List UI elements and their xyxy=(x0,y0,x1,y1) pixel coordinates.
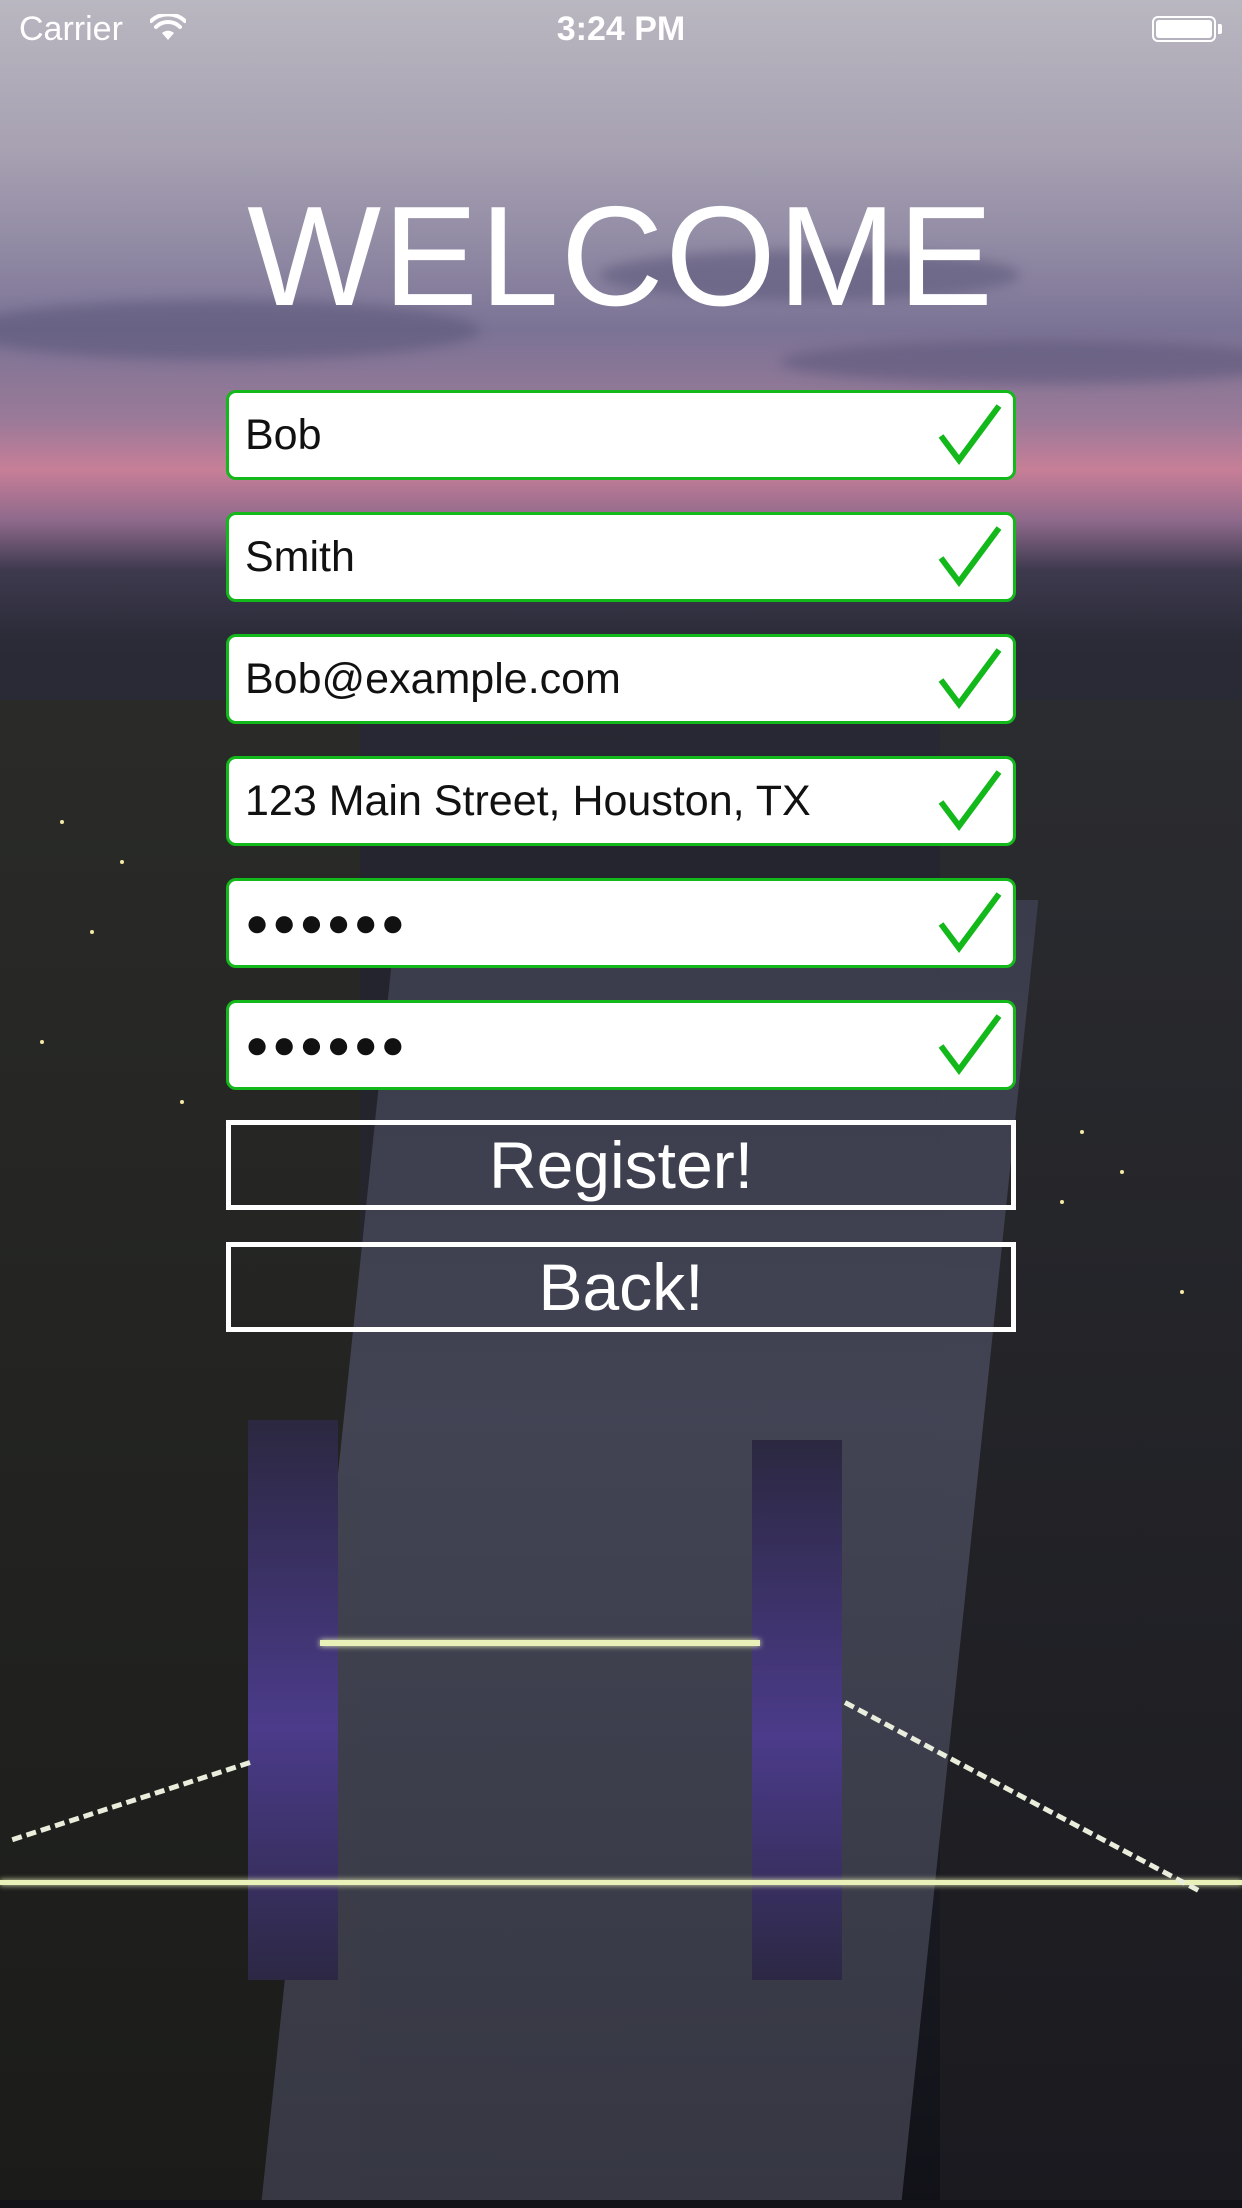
battery-icon xyxy=(1152,16,1216,42)
password-field[interactable]: ●●●●●● xyxy=(226,878,1016,968)
city-light xyxy=(40,1040,44,1044)
status-bar: Carrier 3:24 PM xyxy=(0,0,1242,60)
battery-tip xyxy=(1218,24,1222,34)
confirm-password-field[interactable]: ●●●●●● xyxy=(226,1000,1016,1090)
city-light xyxy=(1060,1200,1064,1204)
battery-level xyxy=(1156,20,1212,38)
address-value: 123 Main Street, Houston, TX xyxy=(245,777,811,825)
city-light xyxy=(180,1100,184,1104)
checkmark-icon xyxy=(938,1014,1002,1076)
password-value: ●●●●●● xyxy=(245,901,408,945)
city-light xyxy=(1120,1170,1124,1174)
city-light xyxy=(90,930,94,934)
city-light xyxy=(1080,1130,1084,1134)
city-light xyxy=(60,820,64,824)
checkmark-icon xyxy=(938,892,1002,954)
clock: 3:24 PM xyxy=(556,10,686,48)
last-name-field[interactable]: Smith xyxy=(226,512,1016,602)
last-name-value: Smith xyxy=(245,533,355,581)
city-light xyxy=(120,860,124,864)
checkmark-icon xyxy=(938,404,1002,466)
first-name-field[interactable]: Bob xyxy=(226,390,1016,480)
register-button[interactable]: Register! xyxy=(226,1120,1016,1210)
river xyxy=(261,900,1039,2200)
address-field[interactable]: 123 Main Street, Houston, TX xyxy=(226,756,1016,846)
email-value: Bob@example.com xyxy=(245,655,621,703)
bridge-walkway xyxy=(320,1640,760,1646)
registration-screen: Carrier 3:24 PM WELCOME Bob Smith Bob@ex… xyxy=(0,0,1242,2208)
checkmark-icon xyxy=(938,648,1002,710)
back-button[interactable]: Back! xyxy=(226,1242,1016,1332)
bridge-road xyxy=(0,1880,1242,1885)
confirm-password-value: ●●●●●● xyxy=(245,1023,408,1067)
checkmark-icon xyxy=(938,770,1002,832)
bridge-tower-right xyxy=(752,1440,842,1980)
first-name-value: Bob xyxy=(245,411,322,459)
email-field[interactable]: Bob@example.com xyxy=(226,634,1016,724)
checkmark-icon xyxy=(938,526,1002,588)
city-light xyxy=(1180,1290,1184,1294)
page-title: WELCOME xyxy=(247,177,995,336)
bridge-tower-left xyxy=(248,1420,338,1980)
